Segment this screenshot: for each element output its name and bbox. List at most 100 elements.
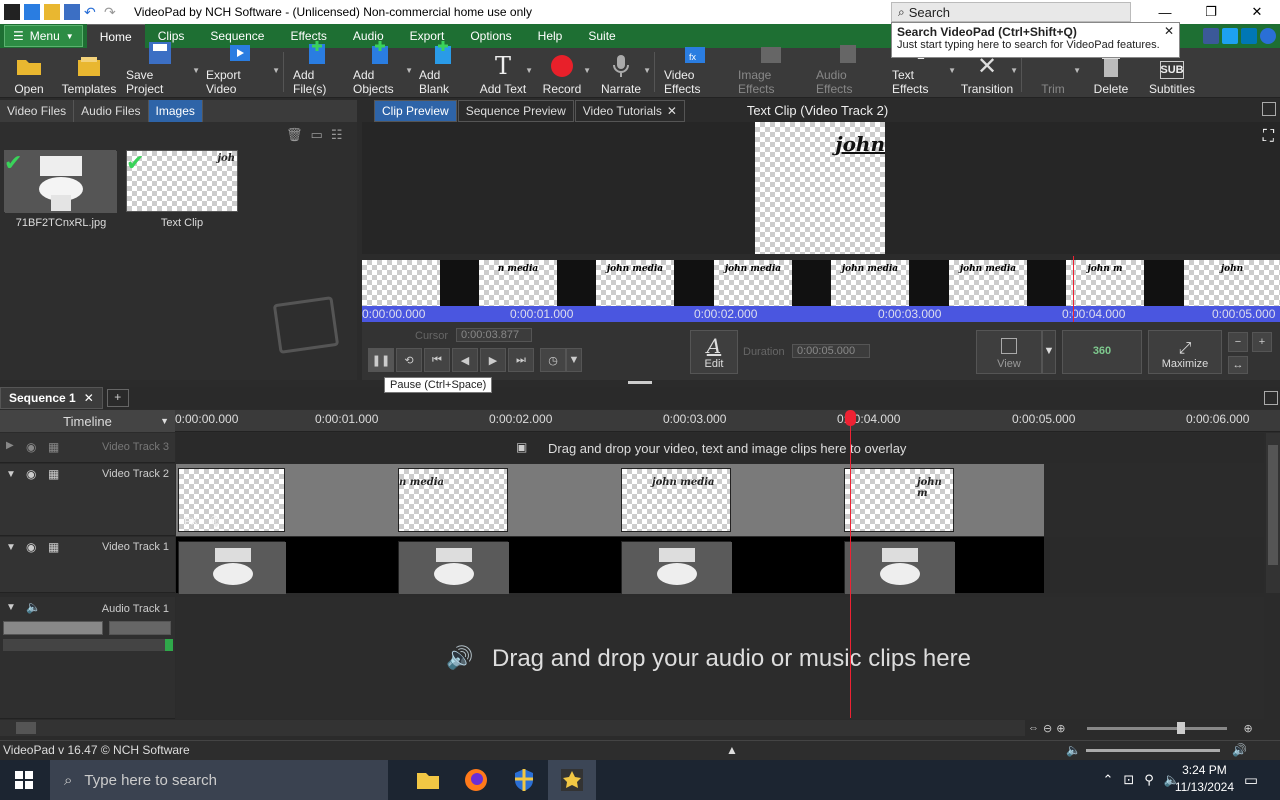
add-files-button[interactable]: Add File(s)	[287, 41, 347, 96]
pan-slider[interactable]	[109, 621, 171, 635]
collapse-arrow-icon[interactable]: ▼	[6, 469, 16, 480]
image-effects-button[interactable]: Image Effects	[732, 47, 810, 96]
tab-video-files[interactable]: Video Files	[0, 100, 75, 122]
save-icon[interactable]	[64, 4, 80, 20]
track-clip[interactable]	[844, 541, 955, 594]
zoom-out-icon[interactable]: ⊖	[1043, 722, 1052, 735]
undock-icon[interactable]	[1264, 391, 1278, 405]
taskbar-search-input[interactable]: ⌕ Type here to search	[50, 760, 388, 800]
fullscreen-icon[interactable]: ⛶	[1263, 128, 1274, 146]
zoom-in-icon[interactable]: ⊕	[1056, 722, 1065, 735]
add-blank-button[interactable]: Add Blank	[413, 41, 473, 96]
save-project-button[interactable]: Save Project ▼	[120, 42, 200, 96]
speaker-icon[interactable]: 🔈	[1066, 741, 1081, 759]
linkedin-icon[interactable]	[1241, 28, 1257, 44]
timeline-mode-dropdown[interactable]: Timeline ▼	[0, 410, 175, 432]
network-icon[interactable]: ⚲	[1144, 772, 1154, 788]
menu-button[interactable]: ☰ Menu ▼	[4, 25, 83, 47]
skip-start-button[interactable]: ⏮	[424, 348, 450, 372]
record-button[interactable]: Record ▼	[533, 48, 591, 96]
eye-icon[interactable]: ◉	[26, 467, 36, 481]
pause-button[interactable]: ❚❚	[368, 348, 394, 372]
tab-sequence-1[interactable]: Sequence 1 ✕	[0, 387, 103, 409]
horizontal-scrollbar[interactable]	[0, 720, 1025, 736]
track-area-v2[interactable]: n media john media john m FX 🎙	[176, 464, 1044, 536]
templates-button[interactable]: Templates	[58, 48, 120, 96]
expand-up-icon[interactable]: ▲	[726, 741, 738, 759]
speaker-icon[interactable]: 🔈	[26, 600, 41, 614]
slider-thumb[interactable]	[1177, 721, 1186, 734]
track-area-v3[interactable]: ▣ Drag and drop your video, text and ima…	[176, 433, 1264, 463]
zoom-in-icon[interactable]: ⊕	[1243, 722, 1252, 735]
open-project-icon[interactable]	[44, 4, 60, 20]
skip-end-button[interactable]: ⏭	[508, 348, 534, 372]
zoom-slider[interactable]	[1087, 721, 1228, 734]
track-mode-icon[interactable]: ▦	[48, 467, 59, 481]
tab-options[interactable]: Options	[457, 24, 524, 48]
zoom-out-icon[interactable]: −	[1228, 332, 1248, 352]
twitter-icon[interactable]	[1222, 28, 1238, 44]
preview-time-bar[interactable]: 0:00:00.000 0:00:01.000 0:00:02.000 0:00…	[362, 306, 1280, 322]
tab-home[interactable]: Home	[86, 24, 145, 48]
add-objects-button[interactable]: Add Objects ▼	[347, 41, 413, 96]
undo-icon[interactable]: ↶	[84, 4, 100, 20]
start-button[interactable]	[0, 760, 48, 800]
undock-icon[interactable]	[1262, 102, 1276, 116]
tab-audio-files[interactable]: Audio Files	[74, 100, 149, 122]
tab-clip-preview[interactable]: Clip Preview	[374, 100, 457, 122]
taskbar-clock[interactable]: 3:24 PM 11/13/2024	[1175, 762, 1234, 796]
track-clip[interactable]: john m	[844, 468, 954, 532]
cursor-time-field[interactable]: 0:00:03.877	[456, 328, 532, 342]
timeline-ruler[interactable]: 0:00:00.000 0:00:01.000 0:00:02.000 0:00…	[0, 410, 1280, 432]
security-app-button[interactable]	[500, 760, 548, 800]
step-forward-button[interactable]: ▶	[480, 348, 506, 372]
tab-video-tutorials[interactable]: Video Tutorials ✕	[574, 100, 685, 122]
chevron-up-icon[interactable]: ⌃	[1102, 772, 1113, 788]
track-clip[interactable]: john media	[621, 468, 731, 532]
volume-icon[interactable]: 🔊	[1232, 741, 1247, 759]
new-project-icon[interactable]	[24, 4, 40, 20]
eye-icon[interactable]: ◉	[26, 540, 36, 554]
help-icon[interactable]	[1260, 28, 1276, 44]
speed-button[interactable]: ◷	[540, 348, 566, 372]
track-clip[interactable]	[178, 541, 286, 594]
preview-playhead[interactable]	[1073, 256, 1074, 322]
add-text-button[interactable]: T Add Text ▼	[473, 48, 533, 96]
add-sequence-button[interactable]: +	[106, 389, 129, 407]
tab-help[interactable]: Help	[525, 24, 576, 48]
track-clip[interactable]	[398, 541, 509, 594]
track-area-v1-empty[interactable]	[1044, 537, 1264, 593]
close-window-button[interactable]: ✕	[1234, 0, 1280, 24]
volume-slider[interactable]	[3, 621, 103, 635]
speed-dropdown[interactable]: ▼	[566, 348, 582, 372]
zoom-in-icon[interactable]: +	[1252, 332, 1272, 352]
export-video-button[interactable]: Export Video ▼	[200, 45, 280, 96]
notifications-icon[interactable]: ▭	[1244, 771, 1258, 789]
trash-icon[interactable]: 🗑	[286, 127, 303, 143]
panel-divider-handle[interactable]	[628, 381, 652, 384]
tab-images[interactable]: Images	[148, 100, 203, 122]
fit-width-icon[interactable]: ↔	[1228, 356, 1248, 374]
fx-icon[interactable]: FX	[184, 516, 198, 528]
master-volume-slider[interactable]	[1086, 749, 1220, 752]
tray-app-icon[interactable]: ⊡	[1123, 772, 1134, 788]
timeline-playhead[interactable]	[850, 410, 851, 718]
restore-button[interactable]: ❐	[1188, 0, 1234, 24]
vr360-button[interactable]: 360	[1062, 330, 1142, 374]
facebook-icon[interactable]	[1203, 28, 1219, 44]
close-icon[interactable]: ✕	[667, 104, 677, 118]
maximize-button[interactable]: ⤢ Maximize	[1148, 330, 1222, 374]
collapse-arrow-icon[interactable]: ▼	[6, 602, 16, 613]
file-explorer-button[interactable]	[404, 760, 452, 800]
audio-effects-button[interactable]: Audio Effects	[810, 45, 886, 96]
fit-timeline-icon[interactable]: ⇔	[1028, 722, 1039, 734]
track-clip[interactable]	[621, 541, 732, 594]
list-view-icon[interactable]: ☷	[331, 127, 343, 143]
videopad-taskbar-button[interactable]	[548, 760, 596, 800]
edit-button[interactable]: A Edit	[690, 330, 738, 374]
scrollbar-thumb[interactable]	[16, 722, 36, 734]
duration-field[interactable]: 0:00:05.000	[792, 344, 870, 358]
redo-icon[interactable]: ↷	[104, 4, 120, 20]
minimize-button[interactable]: —	[1142, 0, 1188, 24]
open-button[interactable]: Open	[0, 48, 58, 96]
